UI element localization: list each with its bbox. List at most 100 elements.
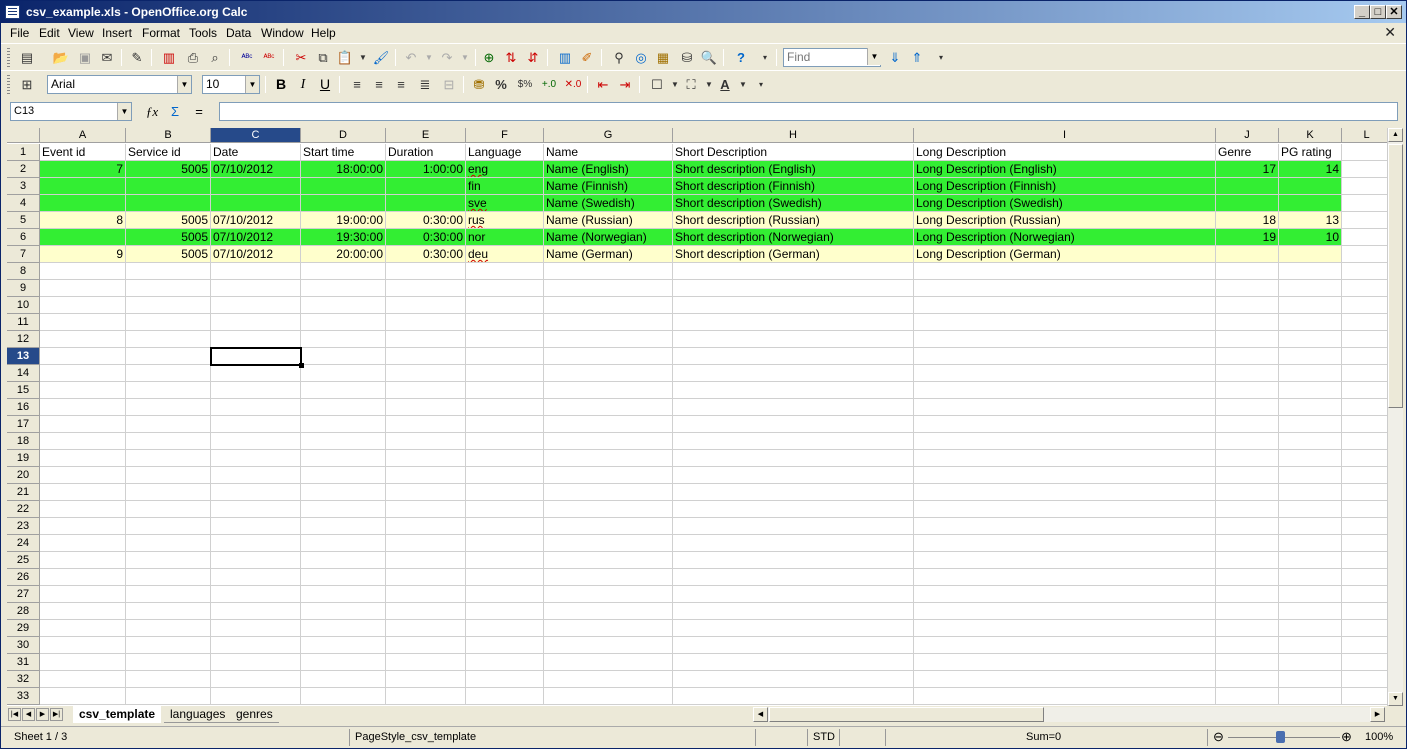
row-header-20[interactable]: 20 <box>7 467 40 484</box>
row-header-19[interactable]: 19 <box>7 450 40 467</box>
cell-g9[interactable] <box>544 280 673 297</box>
cell-a24[interactable] <box>40 535 126 552</box>
cell-l18[interactable] <box>1342 433 1387 450</box>
cell-a18[interactable] <box>40 433 126 450</box>
cell-j31[interactable] <box>1216 654 1279 671</box>
cell-j20[interactable] <box>1216 467 1279 484</box>
cell-l33[interactable] <box>1342 688 1387 705</box>
cell-f15[interactable] <box>466 382 544 399</box>
cell-b6[interactable]: 5005 <box>126 229 211 246</box>
cell-f27[interactable] <box>466 586 544 603</box>
cell-f18[interactable] <box>466 433 544 450</box>
cell-j6[interactable]: 19 <box>1216 229 1279 246</box>
cell-g19[interactable] <box>544 450 673 467</box>
new-document-icon[interactable]: ▤ <box>17 48 37 67</box>
cell-k18[interactable] <box>1279 433 1342 450</box>
zoom-in-icon[interactable]: ⊕ <box>1341 729 1352 745</box>
row-header-15[interactable]: 15 <box>7 382 40 399</box>
cell-a29[interactable] <box>40 620 126 637</box>
cell-a8[interactable] <box>40 263 126 280</box>
cell-d8[interactable] <box>301 263 386 280</box>
show-draw-functions-icon[interactable]: ✐ <box>577 48 597 67</box>
cell-d4[interactable] <box>301 195 386 212</box>
cell-c1[interactable]: Date <box>211 144 301 161</box>
cell-a20[interactable] <box>40 467 126 484</box>
cell-f25[interactable] <box>466 552 544 569</box>
redo-dropdown-icon[interactable]: ▼ <box>455 48 475 67</box>
cell-c14[interactable] <box>211 365 301 382</box>
undo-dropdown-icon[interactable]: ▼ <box>419 48 439 67</box>
row-header-28[interactable]: 28 <box>7 603 40 620</box>
cell-f33[interactable] <box>466 688 544 705</box>
cell-e11[interactable] <box>386 314 466 331</box>
cell-i7[interactable]: Long Description (German) <box>914 246 1216 263</box>
cell-c3[interactable] <box>211 178 301 195</box>
help-icon[interactable]: ? <box>731 48 751 67</box>
cell-j17[interactable] <box>1216 416 1279 433</box>
cell-c25[interactable] <box>211 552 301 569</box>
cell-i8[interactable] <box>914 263 1216 280</box>
cell-b2[interactable]: 5005 <box>126 161 211 178</box>
cell-h26[interactable] <box>673 569 914 586</box>
cell-c18[interactable] <box>211 433 301 450</box>
print-icon[interactable]: ⎙ <box>183 48 203 67</box>
bold-button[interactable]: B <box>271 75 291 94</box>
cell-k19[interactable] <box>1279 450 1342 467</box>
find-next-icon[interactable]: ⇓ <box>885 48 905 67</box>
font-name-dropdown-icon[interactable]: ▼ <box>177 76 191 93</box>
cell-g25[interactable] <box>544 552 673 569</box>
cell-j33[interactable] <box>1216 688 1279 705</box>
row-header-33[interactable]: 33 <box>7 688 40 705</box>
cell-j22[interactable] <box>1216 501 1279 518</box>
cell-l16[interactable] <box>1342 399 1387 416</box>
cell-i16[interactable] <box>914 399 1216 416</box>
align-right-icon[interactable]: ≡ <box>391 75 411 94</box>
cell-h22[interactable] <box>673 501 914 518</box>
column-header-a[interactable]: A <box>40 128 126 143</box>
cell-k31[interactable] <box>1279 654 1342 671</box>
font-size-box[interactable]: 10 ▼ <box>202 75 260 94</box>
cell-b7[interactable]: 5005 <box>126 246 211 263</box>
cell-k22[interactable] <box>1279 501 1342 518</box>
cell-j16[interactable] <box>1216 399 1279 416</box>
cell-b21[interactable] <box>126 484 211 501</box>
cell-b1[interactable]: Service id <box>126 144 211 161</box>
cell-d26[interactable] <box>301 569 386 586</box>
cell-l15[interactable] <box>1342 382 1387 399</box>
cell-h24[interactable] <box>673 535 914 552</box>
cell-f23[interactable] <box>466 518 544 535</box>
cell-f13[interactable] <box>466 348 544 365</box>
row-header-16[interactable]: 16 <box>7 399 40 416</box>
cell-j21[interactable] <box>1216 484 1279 501</box>
cell-d20[interactable] <box>301 467 386 484</box>
cell-e12[interactable] <box>386 331 466 348</box>
row-header-25[interactable]: 25 <box>7 552 40 569</box>
cell-e25[interactable] <box>386 552 466 569</box>
cell-d15[interactable] <box>301 382 386 399</box>
cell-b5[interactable]: 5005 <box>126 212 211 229</box>
cell-d27[interactable] <box>301 586 386 603</box>
cell-j18[interactable] <box>1216 433 1279 450</box>
spellcheck-icon[interactable]: ᴬᴮᶜ <box>237 48 257 67</box>
autospellcheck-icon[interactable]: ᴬᴮᶜ <box>259 48 279 67</box>
cell-g10[interactable] <box>544 297 673 314</box>
cell-l28[interactable] <box>1342 603 1387 620</box>
cell-i6[interactable]: Long Description (Norwegian) <box>914 229 1216 246</box>
sum-icon[interactable]: Σ <box>165 102 185 121</box>
column-header-i[interactable]: I <box>914 128 1216 143</box>
find-dropdown-icon[interactable]: ▼ <box>867 48 881 65</box>
cell-f19[interactable] <box>466 450 544 467</box>
cell-f29[interactable] <box>466 620 544 637</box>
cell-e10[interactable] <box>386 297 466 314</box>
cell-j7[interactable] <box>1216 246 1279 263</box>
close-button[interactable]: ✕ <box>1386 5 1402 19</box>
cell-e32[interactable] <box>386 671 466 688</box>
cell-f20[interactable] <box>466 467 544 484</box>
cell-a25[interactable] <box>40 552 126 569</box>
cell-d22[interactable] <box>301 501 386 518</box>
cell-g23[interactable] <box>544 518 673 535</box>
cell-b8[interactable] <box>126 263 211 280</box>
merge-cells-icon[interactable]: ⊟ <box>439 75 459 94</box>
cell-e4[interactable] <box>386 195 466 212</box>
cell-g7[interactable]: Name (German) <box>544 246 673 263</box>
